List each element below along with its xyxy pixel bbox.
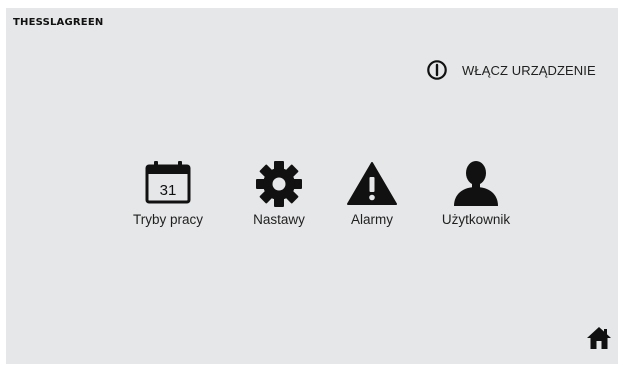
menu-item-settings[interactable]: Nastawy <box>229 160 329 227</box>
warning-icon <box>347 162 397 205</box>
menu-item-user[interactable]: Użytkownik <box>426 160 526 227</box>
calendar-icon: 31 <box>145 161 191 204</box>
menu-item-label: Alarmy <box>350 212 393 227</box>
home-icon[interactable] <box>586 325 612 351</box>
menu-item-label: Nastawy <box>253 212 305 227</box>
gear-icon <box>256 161 302 207</box>
calendar-day: 31 <box>160 182 177 199</box>
menu-item-label: Użytkownik <box>441 212 511 227</box>
main-menu: 31 Tryby pracy Nastawy Alarmy Użytkownik <box>6 160 618 240</box>
menu-item-alarms[interactable]: Alarmy <box>322 160 422 227</box>
device-screen: THESSLAGREEN WŁĄCZ URZĄDZENIE 31 Tryby p… <box>6 8 618 364</box>
power-on-label: WŁĄCZ URZĄDZENIE <box>462 62 596 78</box>
menu-item-operating-modes[interactable]: 31 Tryby pracy <box>118 160 218 227</box>
power-on-button[interactable]: WŁĄCZ URZĄDZENIE <box>426 58 596 82</box>
brand-logo: THESSLAGREEN <box>13 17 104 28</box>
menu-item-label: Tryby pracy <box>132 212 203 227</box>
user-icon <box>454 161 498 206</box>
power-icon <box>427 60 447 80</box>
